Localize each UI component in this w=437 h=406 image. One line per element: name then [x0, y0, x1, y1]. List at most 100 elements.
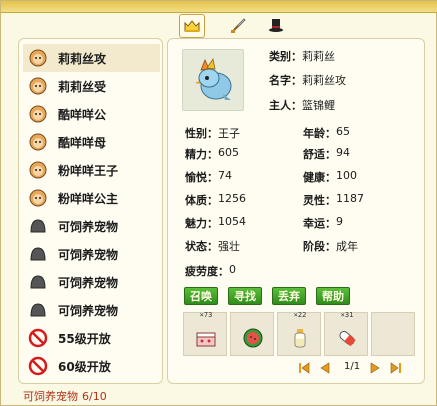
item-count: ×31 [340, 311, 354, 319]
field-name: 名字： 莉莉丝攻 [269, 72, 346, 88]
category-key: 类别： [269, 50, 302, 63]
field-comfort: 舒适： 94 [303, 146, 350, 162]
pet-list-item[interactable]: 酷咩咩母 [23, 128, 160, 156]
field-physique: 体质： 1256 [185, 192, 246, 208]
state-key: 状态： [185, 240, 218, 253]
field-luck: 幸运： 9 [303, 215, 343, 231]
spirit-key: 灵性： [303, 194, 336, 207]
last-page-icon[interactable] [382, 362, 402, 374]
item-slot-2[interactable] [230, 312, 274, 356]
crown-icon [184, 20, 200, 32]
pet-capacity: 可饲养宠物 6/10 [23, 388, 111, 404]
field-stage: 阶段： 成年 [303, 238, 358, 254]
health-value: 100 [336, 169, 357, 182]
item-slot-5[interactable] [371, 312, 415, 356]
empty-slot-icon [28, 300, 48, 320]
pet-list-item[interactable]: 可饲养宠物 [23, 296, 160, 324]
stage-value: 成年 [336, 240, 358, 253]
pet-list-label: 粉咩咩公主 [58, 191, 119, 206]
summon-button[interactable]: 召唤 [184, 287, 218, 305]
pet-list-label: 可饲养宠物 [58, 303, 119, 318]
joy-value: 74 [218, 169, 232, 182]
age-value: 65 [336, 125, 350, 138]
pet-list-label: 可饲养宠物 [58, 247, 119, 262]
health-key: 健康： [303, 171, 336, 184]
gender-key: 性别： [185, 127, 218, 140]
capacity-count: 6/10 [82, 390, 107, 403]
item-count: ×22 [293, 311, 307, 319]
empty-slot-icon [28, 216, 48, 236]
milk-bottle-icon [288, 326, 312, 350]
field-state: 状态： 强壮 [185, 238, 240, 254]
field-energy: 精力： 605 [185, 146, 239, 162]
prev-page-icon[interactable] [318, 362, 332, 374]
age-key: 年龄： [303, 127, 336, 140]
item-slot-1[interactable]: ×73 [183, 311, 227, 356]
item-slot-4[interactable]: ×31 [324, 311, 368, 356]
tab-top-hat[interactable] [263, 14, 289, 38]
pill-icon [335, 326, 359, 350]
capacity-label: 可饲养宠物 [23, 390, 78, 403]
physique-key: 体质： [185, 194, 218, 207]
top-hat-icon [269, 19, 283, 32]
find-button[interactable]: 寻找 [228, 287, 262, 305]
tab-sword[interactable] [225, 14, 251, 38]
stage-key: 阶段： [303, 240, 336, 253]
field-charm: 魅力： 1054 [185, 215, 246, 231]
pet-list-item[interactable]: 粉咩咩公主 [23, 184, 160, 212]
pet-head-icon [28, 188, 48, 208]
pet-list-item[interactable]: 莉莉丝受 [23, 72, 160, 100]
pet-list-item[interactable]: 60级开放 [23, 352, 160, 380]
charm-value: 1054 [218, 215, 246, 228]
pet-list-item[interactable]: 可饲养宠物 [23, 240, 160, 268]
pet-list-panel: 莉莉丝攻 莉莉丝受 酷咩咩公 酷咩咩母 粉咩咩王子 粉咩咩公主 可饲养宠物 可饲养宠物 可饲养宠… [18, 38, 163, 384]
pager-next-last [368, 361, 402, 375]
owner-value: 篮锦鲤 [302, 99, 335, 112]
empty-slot-icon [28, 272, 48, 292]
discard-button[interactable]: 丢弃 [272, 287, 306, 305]
pet-list-item[interactable]: 酷咩咩公 [23, 100, 160, 128]
window-top-strip [1, 1, 437, 13]
field-age: 年龄： 65 [303, 125, 350, 141]
pet-list-label: 粉咩咩王子 [58, 163, 119, 178]
field-category: 类别： 莉莉丝 [269, 48, 335, 64]
charm-key: 魅力： [185, 217, 218, 230]
fatigue-key: 疲劳度： [185, 265, 229, 278]
pet-window: 莉莉丝攻 莉莉丝受 酷咩咩公 酷咩咩母 粉咩咩王子 粉咩咩公主 可饲养宠物 可饲养宠物 可饲养宠… [0, 0, 437, 406]
field-health: 健康： 100 [303, 169, 357, 185]
name-value: 莉莉丝攻 [302, 74, 346, 87]
comfort-value: 94 [336, 146, 350, 159]
pet-head-icon [28, 76, 48, 96]
first-page-icon[interactable] [298, 362, 318, 374]
cake-icon [194, 326, 218, 350]
pet-list-label: 酷咩咩公 [58, 107, 107, 122]
pet-detail-panel: 类别： 莉莉丝 名字： 莉莉丝攻 主人： 篮锦鲤 性别： 王子 年龄： 65 精… [167, 38, 425, 384]
state-value: 强壮 [218, 240, 240, 253]
pet-head-icon [28, 160, 48, 180]
tab-bar [171, 13, 311, 39]
item-slot-3[interactable]: ×22 [277, 311, 321, 356]
pet-list-item[interactable]: 粉咩咩王子 [23, 156, 160, 184]
help-button[interactable]: 帮助 [316, 287, 350, 305]
pet-list-item[interactable]: 55级开放 [23, 324, 160, 352]
physique-value: 1256 [218, 192, 246, 205]
pet-head-icon [28, 104, 48, 124]
joy-key: 愉悦： [185, 171, 218, 184]
pet-list-label: 60级开放 [58, 359, 111, 374]
pet-list-item[interactable]: 莉莉丝攻 [23, 44, 160, 72]
field-owner: 主人： 篮锦鲤 [269, 97, 335, 113]
field-joy: 愉悦： 74 [185, 169, 232, 185]
tab-crown[interactable] [179, 14, 205, 38]
spirit-value: 1187 [336, 192, 364, 205]
pet-list-label: 可饲养宠物 [58, 219, 119, 234]
pet-list-item[interactable]: 可饲养宠物 [23, 268, 160, 296]
pet-list-item[interactable]: 可饲养宠物 [23, 212, 160, 240]
pet-head-icon [28, 48, 48, 68]
pet-bird-icon [195, 57, 232, 100]
comfort-key: 舒适： [303, 148, 336, 161]
name-key: 名字： [269, 74, 302, 87]
pet-list-label: 莉莉丝受 [58, 79, 107, 94]
sword-icon [231, 18, 246, 33]
pet-head-icon [28, 132, 48, 152]
next-page-icon[interactable] [368, 362, 382, 374]
